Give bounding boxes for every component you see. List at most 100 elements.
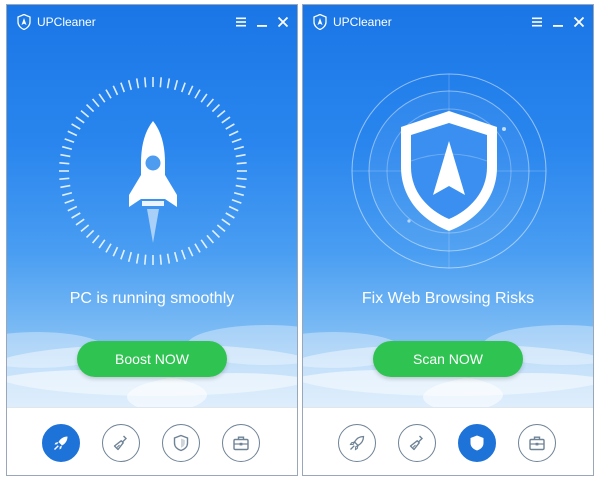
nav-protect-button[interactable] — [458, 424, 496, 462]
dial-tick — [61, 191, 73, 197]
rocket-icon — [54, 436, 68, 450]
close-icon[interactable] — [275, 14, 291, 30]
dial-tick — [166, 78, 171, 89]
upcleaner-window-protect: UPCleaner Fix Web Browsing Risks Scan NO… — [302, 4, 594, 476]
shield-icon — [470, 435, 484, 451]
dial-tick — [105, 89, 112, 99]
dial-tick — [216, 109, 226, 118]
dial-tick — [59, 162, 70, 165]
main-area: UPCleaner Fix Web Browsing Risks Scan NO… — [303, 5, 593, 407]
app-title: UPCleaner — [37, 15, 96, 29]
dial-tick — [206, 234, 215, 244]
dial-tick — [221, 218, 231, 226]
dial-tick — [71, 212, 81, 219]
dial-tick — [98, 93, 106, 103]
status-text: Fix Web Browsing Risks — [361, 290, 535, 307]
minimize-icon[interactable] — [254, 14, 270, 30]
app-logo-icon — [313, 14, 327, 30]
dial-tick — [67, 205, 78, 212]
rocket-icon — [129, 121, 177, 243]
dial-tick — [159, 254, 162, 265]
dial-tick — [135, 78, 140, 89]
dial-tick — [211, 103, 221, 113]
dial-tick — [159, 77, 162, 88]
dial-tick — [105, 243, 112, 253]
close-icon[interactable] — [571, 14, 587, 30]
dial-tick — [235, 153, 246, 158]
dial-tick — [91, 98, 100, 108]
dial-tick — [228, 205, 239, 212]
nav-clean-button[interactable] — [398, 424, 436, 462]
nav-toolbox-button[interactable] — [222, 424, 260, 462]
dial-tick — [85, 103, 95, 113]
dial-tick — [61, 145, 73, 151]
scan-now-button[interactable]: Scan NOW — [373, 341, 523, 377]
dial-tick — [120, 249, 126, 260]
dial-tick — [228, 130, 239, 137]
dial-tick — [235, 184, 246, 189]
dial-tick — [200, 239, 208, 249]
dial-tick — [64, 198, 75, 204]
bottom-nav — [7, 407, 297, 475]
dial-tick — [127, 79, 133, 91]
nav-boost-button[interactable] — [338, 424, 376, 462]
dial-tick — [236, 177, 247, 180]
dial-tick — [67, 130, 78, 137]
dial-tick — [120, 82, 126, 93]
dial-tick — [173, 79, 179, 91]
dial-tick — [173, 251, 179, 263]
main-area: UPCleaner PC is running smoothly Boost N… — [7, 5, 297, 407]
bottom-nav — [303, 407, 593, 475]
shield-icon — [173, 434, 189, 452]
dial-tick — [60, 184, 71, 189]
dial-tick — [71, 123, 81, 130]
menu-icon[interactable] — [233, 14, 249, 30]
dial-tick — [80, 224, 90, 233]
dial-tick — [80, 109, 90, 118]
dial-tick — [91, 234, 100, 244]
menu-icon[interactable] — [529, 14, 545, 30]
dial-tick — [112, 246, 119, 257]
minimize-icon[interactable] — [550, 14, 566, 30]
dial-tick — [64, 138, 75, 144]
dial-tick — [112, 85, 119, 96]
nav-protect-button[interactable] — [162, 424, 200, 462]
dial-tick — [200, 93, 208, 103]
dial-tick — [180, 82, 186, 93]
rocket-icon — [349, 435, 365, 451]
nav-toolbox-button[interactable] — [518, 424, 556, 462]
nav-clean-button[interactable] — [102, 424, 140, 462]
dial-tick — [135, 253, 140, 264]
dial-tick — [166, 253, 171, 264]
broom-icon — [113, 435, 127, 451]
dial-tick — [75, 218, 85, 226]
title-bar: UPCleaner — [7, 5, 297, 39]
dial-tick — [194, 89, 201, 99]
dial-tick — [211, 229, 221, 239]
dial-tick — [60, 153, 71, 158]
dial-tick — [180, 249, 186, 260]
dial-tick — [225, 123, 235, 130]
dial-tick — [85, 229, 95, 239]
boost-now-button[interactable]: Boost NOW — [77, 341, 227, 377]
status-text: PC is running smoothly — [69, 290, 235, 307]
upcleaner-window-boost: UPCleaner PC is running smoothly Boost N… — [6, 4, 298, 476]
dial-tick — [187, 246, 194, 257]
toolbox-icon — [529, 436, 545, 451]
broom-icon — [409, 435, 423, 451]
dial-tick — [221, 116, 231, 124]
app-logo-icon — [17, 14, 31, 30]
title-bar: UPCleaner — [303, 5, 593, 39]
dial-tick — [236, 162, 247, 165]
nav-boost-button[interactable] — [42, 424, 80, 462]
protect-radar — [351, 73, 547, 269]
dial-tick — [233, 191, 245, 197]
dial-tick — [194, 243, 201, 253]
dial-tick — [231, 138, 242, 144]
dial-tick — [206, 98, 215, 108]
dial-tick — [225, 212, 235, 219]
toolbox-icon — [233, 436, 249, 451]
boost-dial — [59, 77, 247, 265]
dial-tick — [98, 239, 106, 249]
dial-tick — [144, 254, 147, 265]
